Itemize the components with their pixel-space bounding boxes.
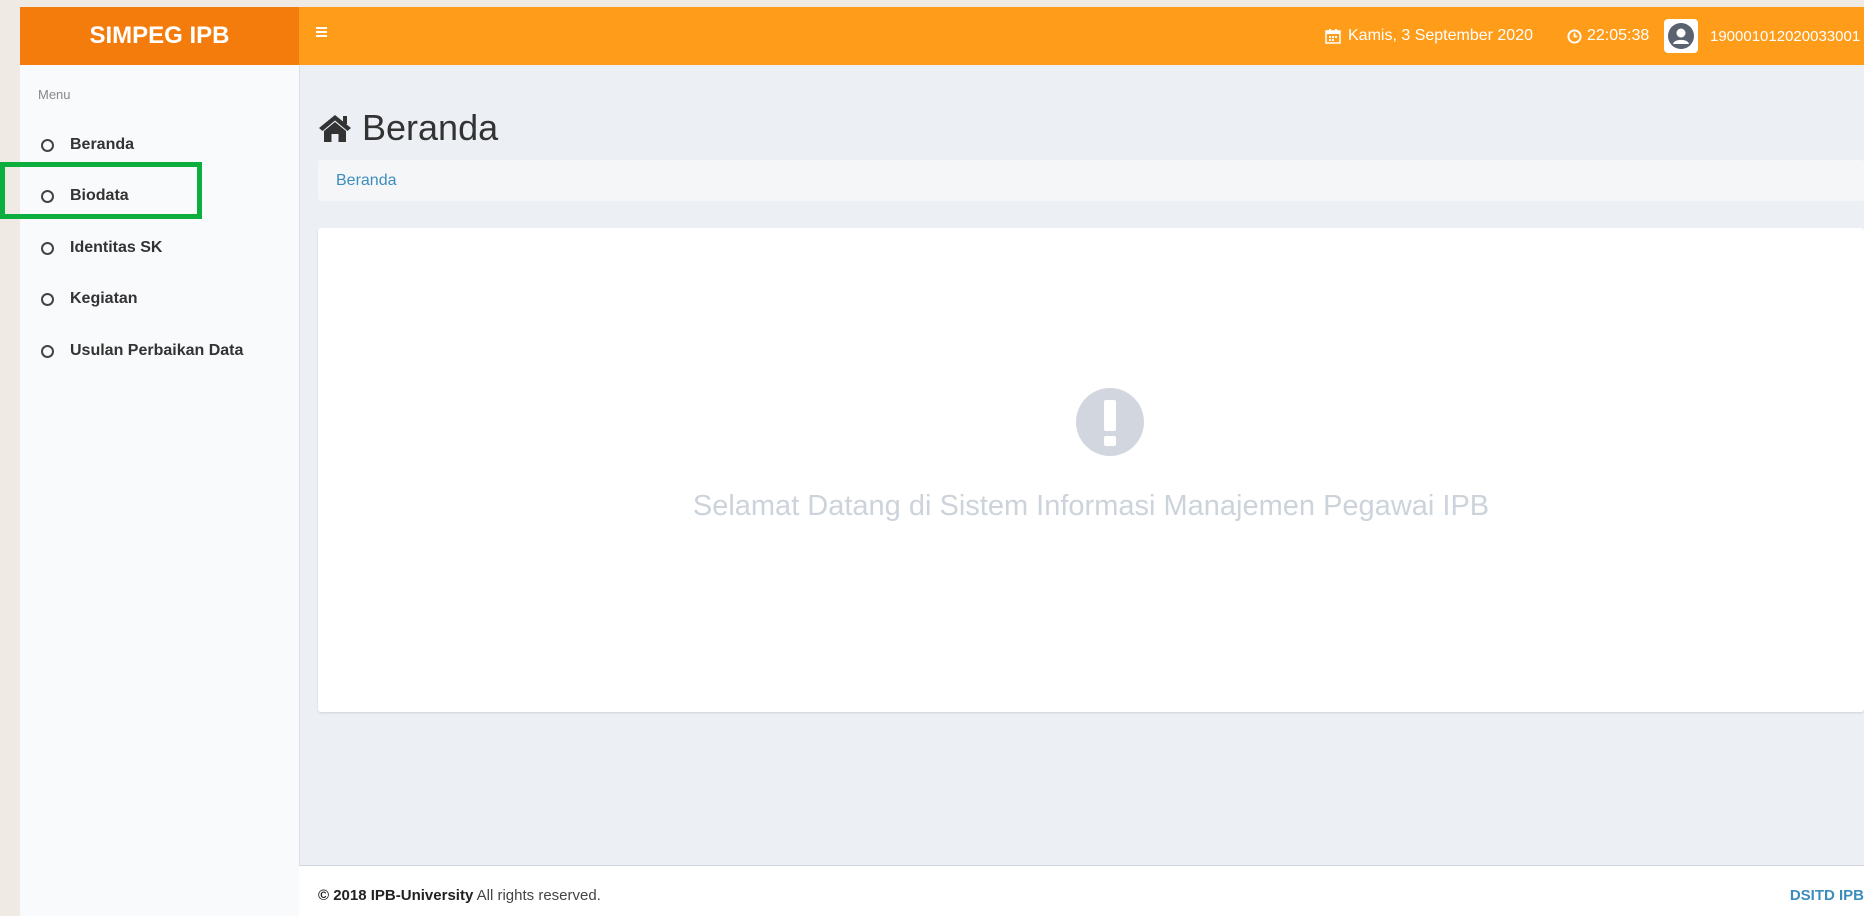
page-title-text: Beranda — [362, 107, 499, 148]
date-text: Kamis, 3 September 2020 — [1348, 27, 1533, 44]
welcome-message: Selamat Datang di Sistem Informasi Manaj… — [692, 490, 1490, 522]
user-avatar-icon — [1664, 19, 1698, 53]
date-display: Kamis, 3 September 2020 — [1325, 27, 1533, 45]
home-icon — [319, 115, 351, 142]
exclamation-circle-icon — [1076, 388, 1144, 456]
circle-icon — [41, 189, 54, 203]
footer: © 2018 IPB-University All rights reserve… — [299, 865, 1864, 916]
sidebar-header: Menu — [38, 87, 71, 102]
footer-copyright: © 2018 IPB-University All rights reserve… — [318, 887, 601, 904]
clock-icon — [1567, 28, 1582, 44]
sidebar-item-kegiatan[interactable]: Kegiatan — [20, 279, 299, 319]
circle-icon — [41, 241, 54, 255]
footer-credit-link[interactable]: DSITD IPB — [1790, 887, 1864, 904]
top-navbar: SIMPEG IPB Kamis, 3 September 2020 22:05… — [20, 7, 1864, 65]
sidebar-item-label: Identitas SK — [70, 239, 163, 256]
sidebar-item-label: Usulan Perbaikan Data — [70, 342, 244, 359]
breadcrumb: Beranda — [318, 160, 1864, 201]
calendar-icon — [1325, 29, 1341, 44]
sidebar-item-biodata[interactable]: Biodata — [20, 176, 299, 216]
app-window: SIMPEG IPB Kamis, 3 September 2020 22:05… — [20, 7, 1864, 916]
welcome-box: Selamat Datang di Sistem Informasi Manaj… — [318, 228, 1864, 712]
time-display: 22:05:38 — [1567, 27, 1649, 45]
rights-text: All rights reserved. — [473, 887, 601, 904]
circle-icon — [41, 138, 54, 152]
time-text: 22:05:38 — [1587, 27, 1650, 44]
breadcrumb-link-beranda[interactable]: Beranda — [336, 172, 397, 190]
hamburger-icon[interactable] — [314, 23, 338, 47]
sidebar-item-label: Beranda — [70, 136, 135, 153]
user-menu[interactable]: 190001012020033001 — [1664, 19, 1860, 53]
sidebar: Menu Beranda Biodata Identitas SK Kegiat… — [20, 65, 300, 916]
circle-icon — [41, 344, 54, 358]
sidebar-item-usulan-perbaikan-data[interactable]: Usulan Perbaikan Data — [20, 331, 299, 371]
sidebar-item-label: Kegiatan — [70, 290, 138, 307]
circle-icon — [41, 292, 54, 306]
user-id: 190001012020033001 — [1710, 27, 1861, 45]
copyright-text: © 2018 IPB-University — [318, 887, 474, 904]
page-title: Beranda — [318, 107, 498, 149]
sidebar-item-beranda[interactable]: Beranda — [20, 125, 299, 165]
sidebar-item-label: Biodata — [70, 187, 129, 204]
sidebar-item-identitas-sk[interactable]: Identitas SK — [20, 228, 299, 268]
brand-logo[interactable]: SIMPEG IPB — [20, 7, 299, 65]
